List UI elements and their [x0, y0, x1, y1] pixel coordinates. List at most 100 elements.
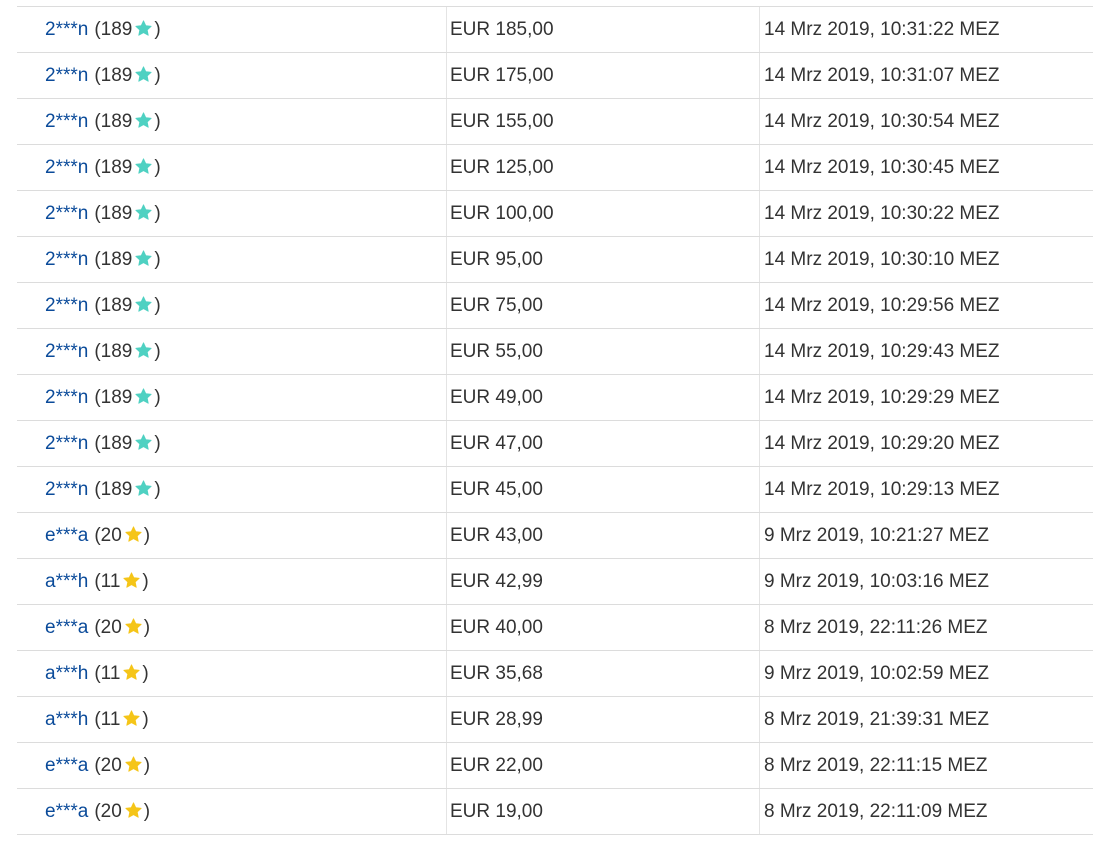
bidder-name-link[interactable]: 2***n: [45, 65, 88, 86]
bidder-name-link[interactable]: e***a: [45, 525, 88, 546]
bidder-name-link[interactable]: a***h: [45, 663, 88, 684]
feedback-score[interactable]: (20): [94, 801, 150, 822]
feedback-score-value: 20: [100, 801, 122, 822]
feedback-score[interactable]: (189): [94, 157, 160, 178]
bidder-cell: 2***n (189): [45, 421, 445, 466]
column-divider: [446, 651, 447, 696]
yellow-star-icon: [124, 617, 143, 636]
feedback-score[interactable]: (189): [94, 249, 160, 270]
column-divider: [446, 53, 447, 98]
feedback-score-value: 20: [100, 755, 122, 776]
table-row: e***a (20) EUR 22,00 8 Mrz 2019, 22:11:15 M…: [17, 743, 1093, 789]
paren-close: ): [154, 433, 161, 454]
feedback-score-value: 189: [100, 479, 133, 500]
column-divider: [446, 605, 447, 650]
feedback-score[interactable]: (20): [94, 525, 150, 546]
feedback-score[interactable]: (189): [94, 387, 160, 408]
bidder-cell: 2***n (189): [45, 283, 445, 328]
bid-time: 9 Mrz 2019, 10:03:16 MEZ: [764, 571, 989, 592]
bidder-name-link[interactable]: 2***n: [45, 19, 88, 40]
feedback-score[interactable]: (11): [94, 571, 148, 592]
column-divider: [759, 605, 760, 650]
column-divider: [446, 7, 447, 52]
turquoise-star-icon: [134, 19, 153, 38]
bid-amount: EUR 175,00: [450, 65, 554, 86]
bidder-cell: e***a (20): [45, 743, 445, 788]
bid-amount: EUR 28,99: [450, 709, 543, 730]
bidder-name-link[interactable]: a***h: [45, 709, 88, 730]
yellow-star-icon: [124, 755, 143, 774]
paren-close: ): [142, 663, 149, 684]
column-divider: [759, 789, 760, 834]
feedback-score-value: 189: [100, 203, 133, 224]
feedback-score[interactable]: (189): [94, 341, 160, 362]
feedback-score[interactable]: (189): [94, 295, 160, 316]
paren-close: ): [142, 571, 149, 592]
bid-time: 8 Mrz 2019, 22:11:09 MEZ: [764, 801, 988, 822]
bidder-name-link[interactable]: 2***n: [45, 341, 88, 362]
turquoise-star-icon: [134, 479, 153, 498]
turquoise-star-icon: [134, 387, 153, 406]
table-row: 2***n (189) EUR 75,00 14 Mrz 2019, 10:29:56…: [17, 283, 1093, 329]
paren-close: ): [154, 65, 161, 86]
turquoise-star-icon: [134, 111, 153, 130]
feedback-score[interactable]: (189): [94, 203, 160, 224]
column-divider: [759, 191, 760, 236]
feedback-score[interactable]: (189): [94, 65, 160, 86]
paren-close: ): [154, 249, 161, 270]
column-divider: [759, 513, 760, 558]
paren-close: ): [142, 709, 149, 730]
bidder-name-link[interactable]: 2***n: [45, 249, 88, 270]
bidder-name-link[interactable]: 2***n: [45, 157, 88, 178]
column-divider: [759, 99, 760, 144]
column-divider: [759, 697, 760, 742]
bidder-name-link[interactable]: e***a: [45, 801, 88, 822]
table-row: 2***n (189) EUR 175,00 14 Mrz 2019, 10:31:0…: [17, 53, 1093, 99]
bid-amount: EUR 47,00: [450, 433, 543, 454]
feedback-score-value: 189: [100, 295, 133, 316]
bid-amount: EUR 43,00: [450, 525, 543, 546]
column-divider: [759, 283, 760, 328]
feedback-score-value: 189: [100, 19, 133, 40]
turquoise-star-icon: [134, 65, 153, 84]
bid-time: 14 Mrz 2019, 10:31:07 MEZ: [764, 65, 1000, 86]
bidder-name-link[interactable]: 2***n: [45, 479, 88, 500]
feedback-score[interactable]: (20): [94, 617, 150, 638]
feedback-score-value: 189: [100, 157, 133, 178]
column-divider: [446, 237, 447, 282]
paren-close: ): [154, 479, 161, 500]
bidder-name-link[interactable]: 2***n: [45, 387, 88, 408]
feedback-score[interactable]: (11): [94, 663, 148, 684]
bid-amount: EUR 19,00: [450, 801, 543, 822]
bidder-name-link[interactable]: e***a: [45, 755, 88, 776]
table-row: 2***n (189) EUR 100,00 14 Mrz 2019, 10:30:2…: [17, 191, 1093, 237]
feedback-score[interactable]: (189): [94, 433, 160, 454]
table-row: a***h (11) EUR 28,99 8 Mrz 2019, 21:39:31 M…: [17, 697, 1093, 743]
bid-time: 8 Mrz 2019, 22:11:15 MEZ: [764, 755, 988, 776]
column-divider: [446, 283, 447, 328]
bid-amount: EUR 35,68: [450, 663, 543, 684]
bid-time: 14 Mrz 2019, 10:29:29 MEZ: [764, 387, 1000, 408]
bidder-cell: e***a (20): [45, 789, 445, 834]
bidder-name-link[interactable]: 2***n: [45, 295, 88, 316]
feedback-score[interactable]: (189): [94, 479, 160, 500]
feedback-score[interactable]: (189): [94, 111, 160, 132]
turquoise-star-icon: [134, 295, 153, 314]
bidder-name-link[interactable]: e***a: [45, 617, 88, 638]
feedback-score[interactable]: (20): [94, 755, 150, 776]
feedback-score[interactable]: (11): [94, 709, 148, 730]
feedback-score[interactable]: (189): [94, 19, 160, 40]
bidder-name-link[interactable]: 2***n: [45, 111, 88, 132]
bidder-name-link[interactable]: a***h: [45, 571, 88, 592]
table-row: a***h (11) EUR 42,99 9 Mrz 2019, 10:03:16 M…: [17, 559, 1093, 605]
feedback-score-value: 189: [100, 433, 133, 454]
table-row: 2***n (189) EUR 185,00 14 Mrz 2019, 10:31:2…: [17, 7, 1093, 53]
bid-time: 9 Mrz 2019, 10:21:27 MEZ: [764, 525, 989, 546]
table-row: a***h (11) EUR 35,68 9 Mrz 2019, 10:02:59 M…: [17, 651, 1093, 697]
table-row: e***a (20) EUR 40,00 8 Mrz 2019, 22:11:26 M…: [17, 605, 1093, 651]
bidder-name-link[interactable]: 2***n: [45, 203, 88, 224]
bid-amount: EUR 45,00: [450, 479, 543, 500]
column-divider: [446, 743, 447, 788]
bidder-name-link[interactable]: 2***n: [45, 433, 88, 454]
bid-history-table: 2***n (189) EUR 185,00 14 Mrz 2019, 10:31:2…: [17, 6, 1093, 835]
